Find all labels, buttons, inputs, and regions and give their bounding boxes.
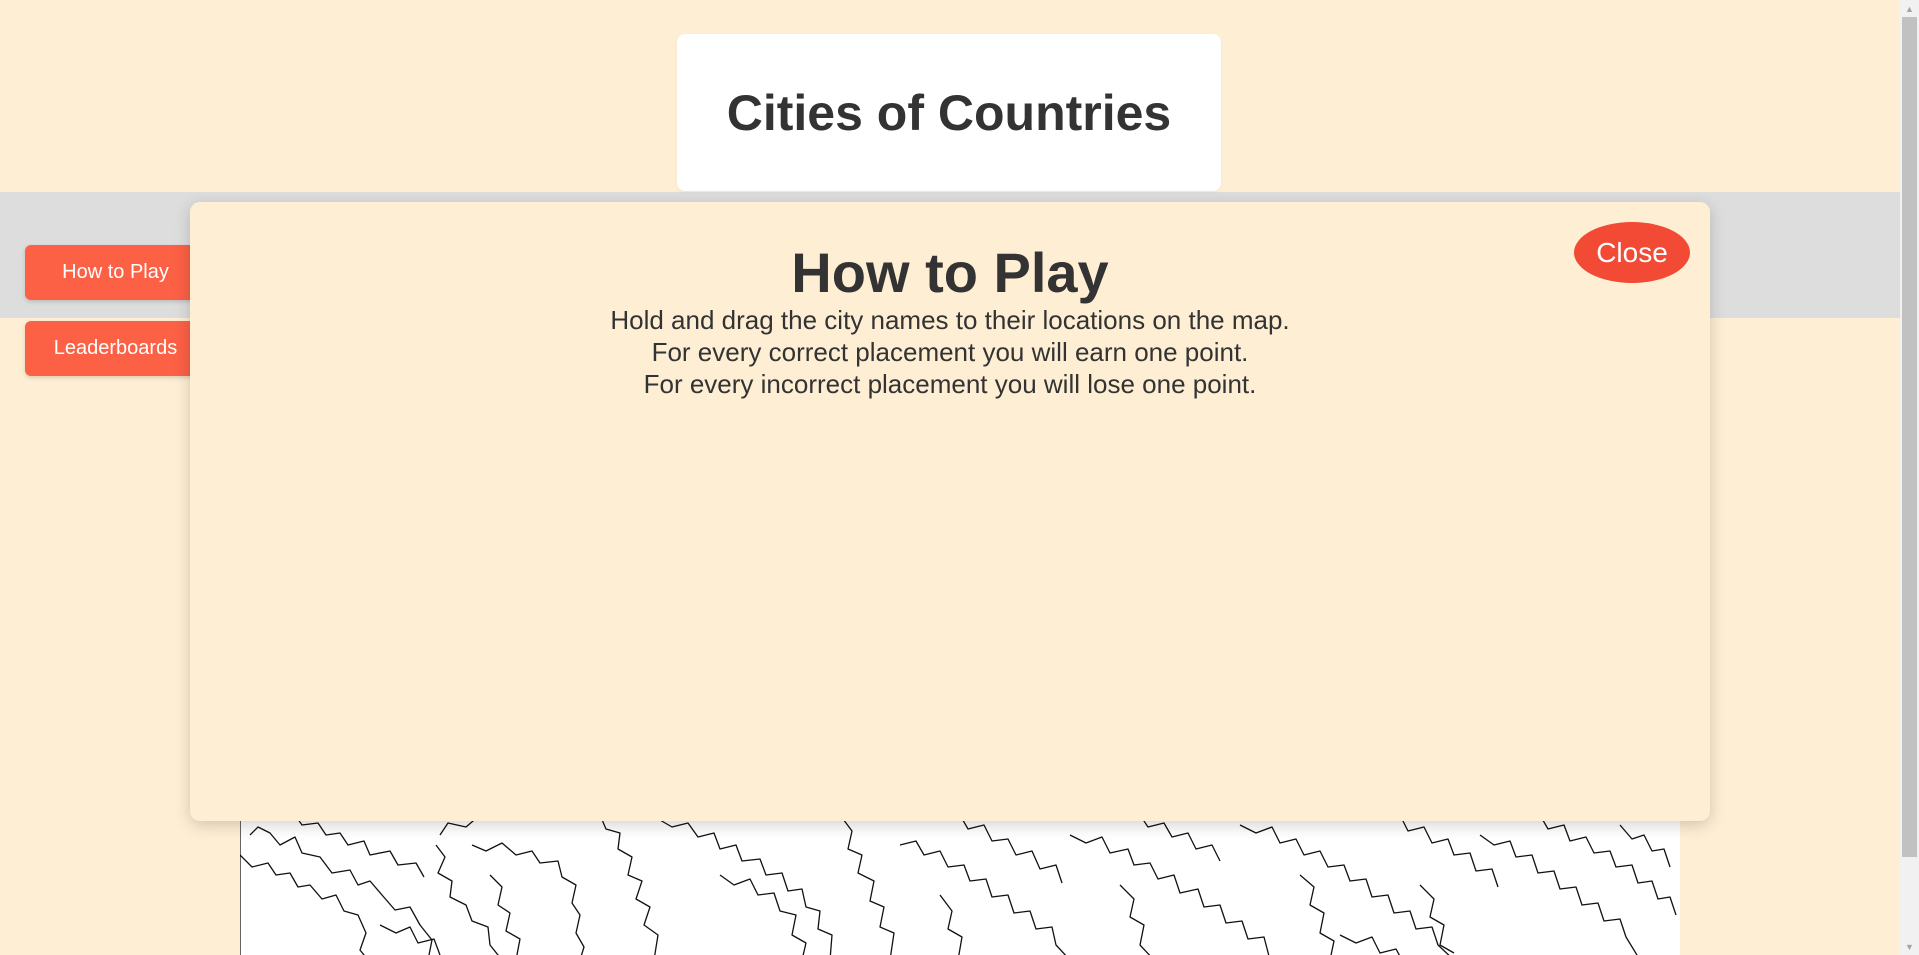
modal-title: How to Play: [791, 241, 1109, 304]
map-region-border: [1069, 834, 1270, 955]
title-card: Cities of Countries: [677, 34, 1221, 191]
instruction-line: For every incorrect placement you will l…: [643, 369, 1257, 399]
map-region-border: [1339, 934, 1401, 955]
scrollbar-thumb[interactable]: [1902, 17, 1917, 857]
map-region-border: [839, 815, 895, 955]
scroll-up-arrow-icon[interactable]: ▲: [1900, 0, 1919, 17]
vertical-scrollbar[interactable]: ▲ ▼: [1900, 0, 1919, 955]
map-region-border: [899, 840, 1067, 955]
map-region-border: [719, 874, 807, 955]
map-region-border: [249, 826, 433, 955]
map-region-border: [659, 819, 833, 955]
close-button[interactable]: Close: [1574, 222, 1690, 283]
page: Cities of Countries How to Play Leaderbo…: [0, 0, 1900, 955]
map-region-border: [1479, 834, 1638, 955]
map-region-border: [379, 924, 441, 955]
page-title: Cities of Countries: [726, 84, 1172, 141]
map-region-border: [1399, 815, 1499, 888]
map-region-border: [1619, 824, 1671, 868]
map-region-border: [1119, 884, 1151, 955]
map-region-border: [1299, 874, 1335, 955]
country-map[interactable]: [240, 815, 1680, 955]
map-region-border: [435, 844, 499, 955]
how-to-play-modal: How to Play Hold and drag the city names…: [190, 202, 1710, 821]
modal-instructions: Hold and drag the city names to their lo…: [190, 304, 1710, 400]
instruction-line: Hold and drag the city names to their lo…: [610, 305, 1290, 335]
map-region-border: [294, 815, 425, 878]
map-region-border: [489, 874, 521, 955]
leaderboards-button[interactable]: Leaderboards: [25, 321, 206, 376]
map-region-border: [1539, 815, 1677, 916]
scroll-down-arrow-icon[interactable]: ▼: [1900, 938, 1919, 955]
map-region-border: [1239, 824, 1450, 955]
map-region-border: [959, 815, 1063, 884]
map-region-border: [599, 815, 659, 955]
how-to-play-button[interactable]: How to Play: [25, 245, 206, 300]
instruction-line: For every correct placement you will ear…: [651, 337, 1249, 367]
map-region-border: [939, 894, 963, 955]
map-region-border: [1139, 815, 1221, 862]
